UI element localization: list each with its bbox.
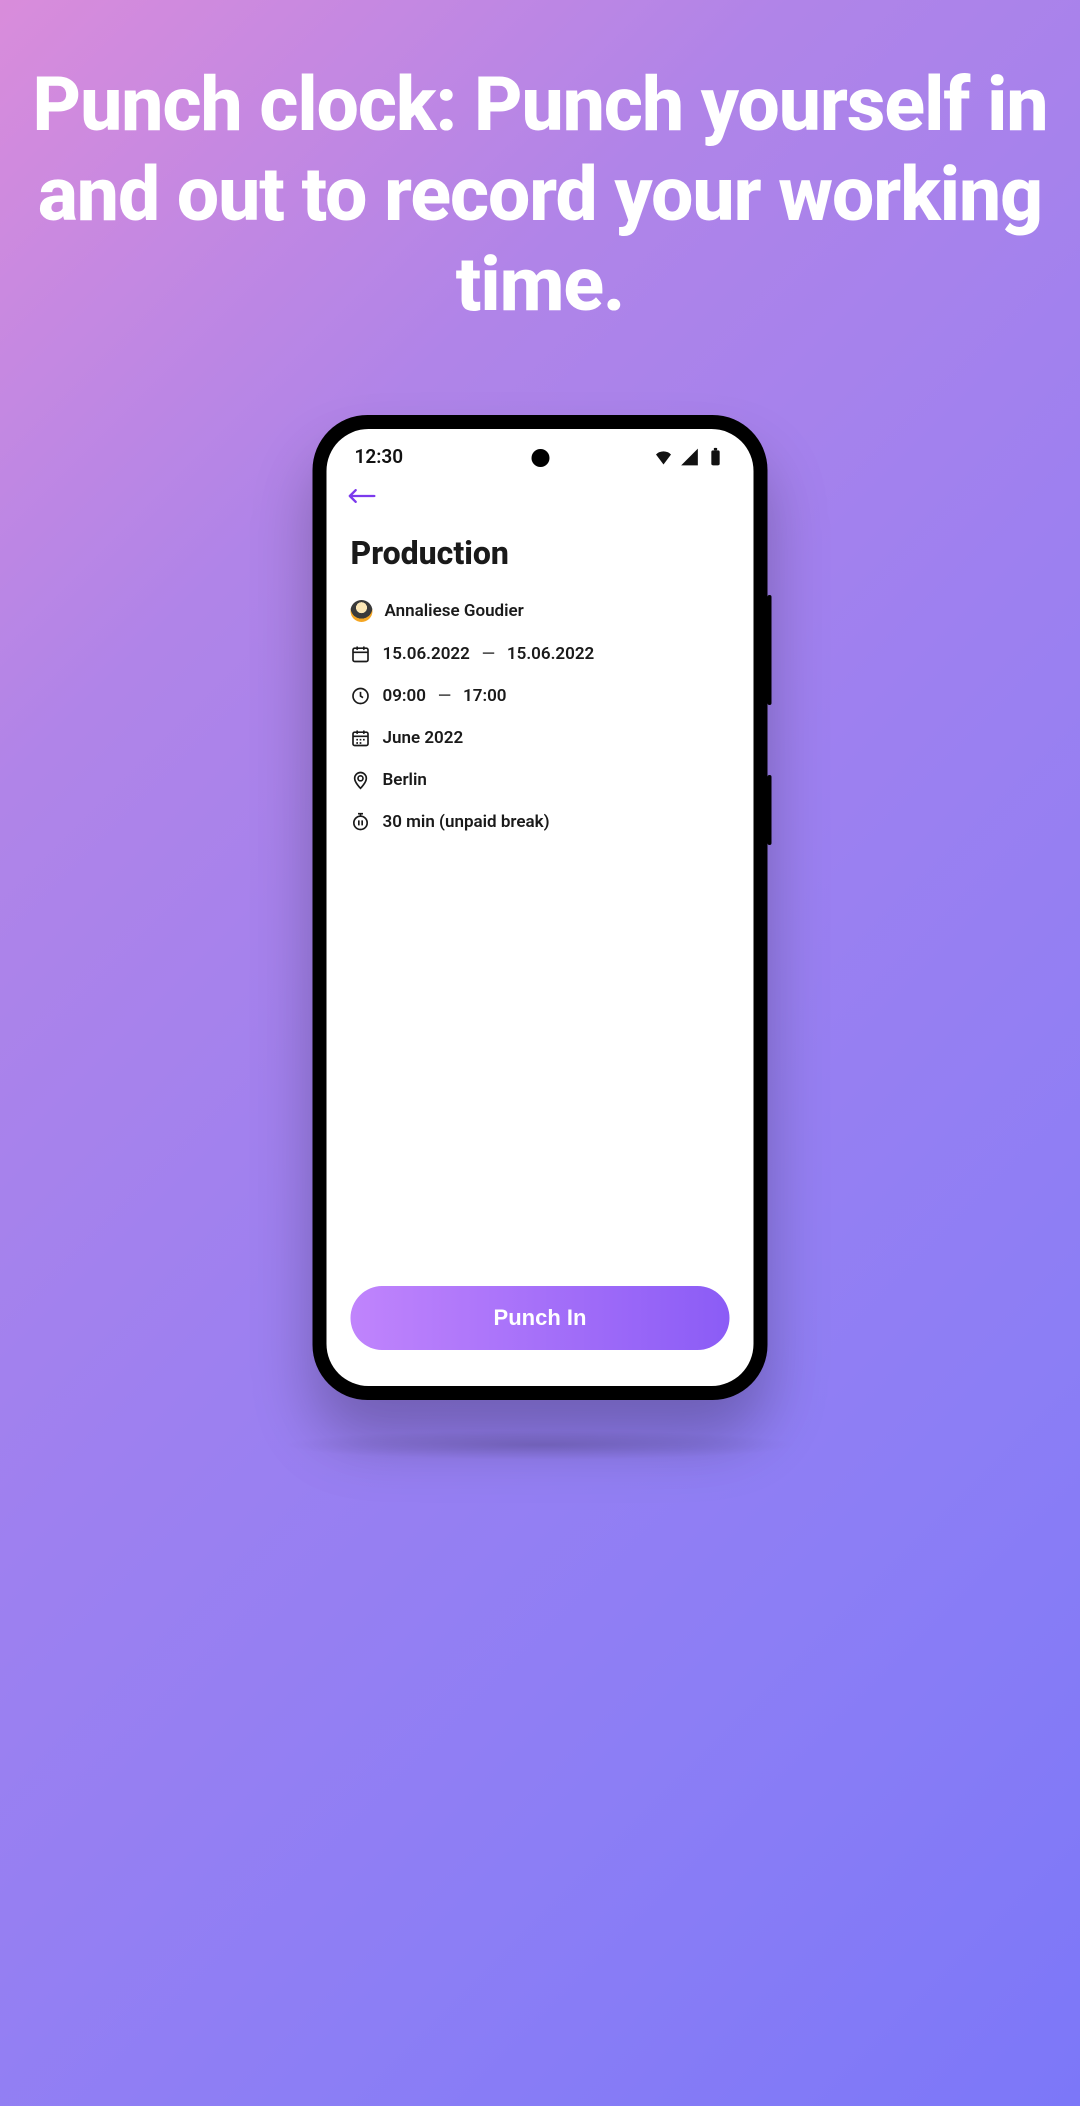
time-row: 09:00 — 17:00 bbox=[351, 686, 730, 706]
page-title: Production bbox=[351, 534, 730, 572]
phone-frame: 12:30 Production Annaliese Goudier 15.06… bbox=[313, 415, 768, 1400]
calendar-month-icon bbox=[351, 728, 371, 748]
separator: — bbox=[482, 644, 495, 664]
date-end: 15.06.2022 bbox=[507, 644, 594, 664]
clock-icon bbox=[351, 686, 371, 706]
status-time: 12:30 bbox=[355, 445, 404, 468]
punch-in-button[interactable]: Punch In bbox=[351, 1286, 730, 1350]
month-row: June 2022 bbox=[351, 728, 730, 748]
user-name: Annaliese Goudier bbox=[385, 601, 524, 621]
date-row: 15.06.2022 — 15.06.2022 bbox=[351, 644, 730, 664]
wifi-icon bbox=[654, 447, 674, 467]
break-value: 30 min (unpaid break) bbox=[383, 812, 550, 832]
top-bar bbox=[327, 474, 754, 526]
calendar-icon bbox=[351, 644, 371, 664]
time-start: 09:00 bbox=[383, 686, 426, 706]
bottom-action-area: Punch In bbox=[351, 1286, 730, 1378]
date-start: 15.06.2022 bbox=[383, 644, 470, 664]
phone-screen: 12:30 Production Annaliese Goudier 15.06… bbox=[327, 429, 754, 1386]
content-area: Production Annaliese Goudier 15.06.2022 … bbox=[327, 526, 754, 1386]
phone-shadow bbox=[280, 1430, 800, 1460]
break-row: 30 min (unpaid break) bbox=[351, 812, 730, 832]
location-pin-icon bbox=[351, 770, 371, 790]
avatar bbox=[351, 600, 373, 622]
location-value: Berlin bbox=[383, 770, 427, 790]
front-camera bbox=[531, 449, 549, 467]
phone-side-button bbox=[768, 595, 772, 705]
battery-icon bbox=[706, 447, 726, 467]
signal-icon bbox=[680, 447, 700, 467]
back-arrow-icon bbox=[347, 489, 377, 503]
status-icons bbox=[654, 447, 726, 467]
separator: — bbox=[438, 686, 451, 706]
phone-side-button bbox=[768, 775, 772, 845]
user-row: Annaliese Goudier bbox=[351, 600, 730, 622]
pause-timer-icon bbox=[351, 812, 371, 832]
month-value: June 2022 bbox=[383, 728, 464, 748]
time-end: 17:00 bbox=[463, 686, 506, 706]
marketing-heading: Punch clock: Punch yourself in and out t… bbox=[0, 0, 1080, 330]
back-button[interactable] bbox=[347, 486, 377, 506]
location-row: Berlin bbox=[351, 770, 730, 790]
